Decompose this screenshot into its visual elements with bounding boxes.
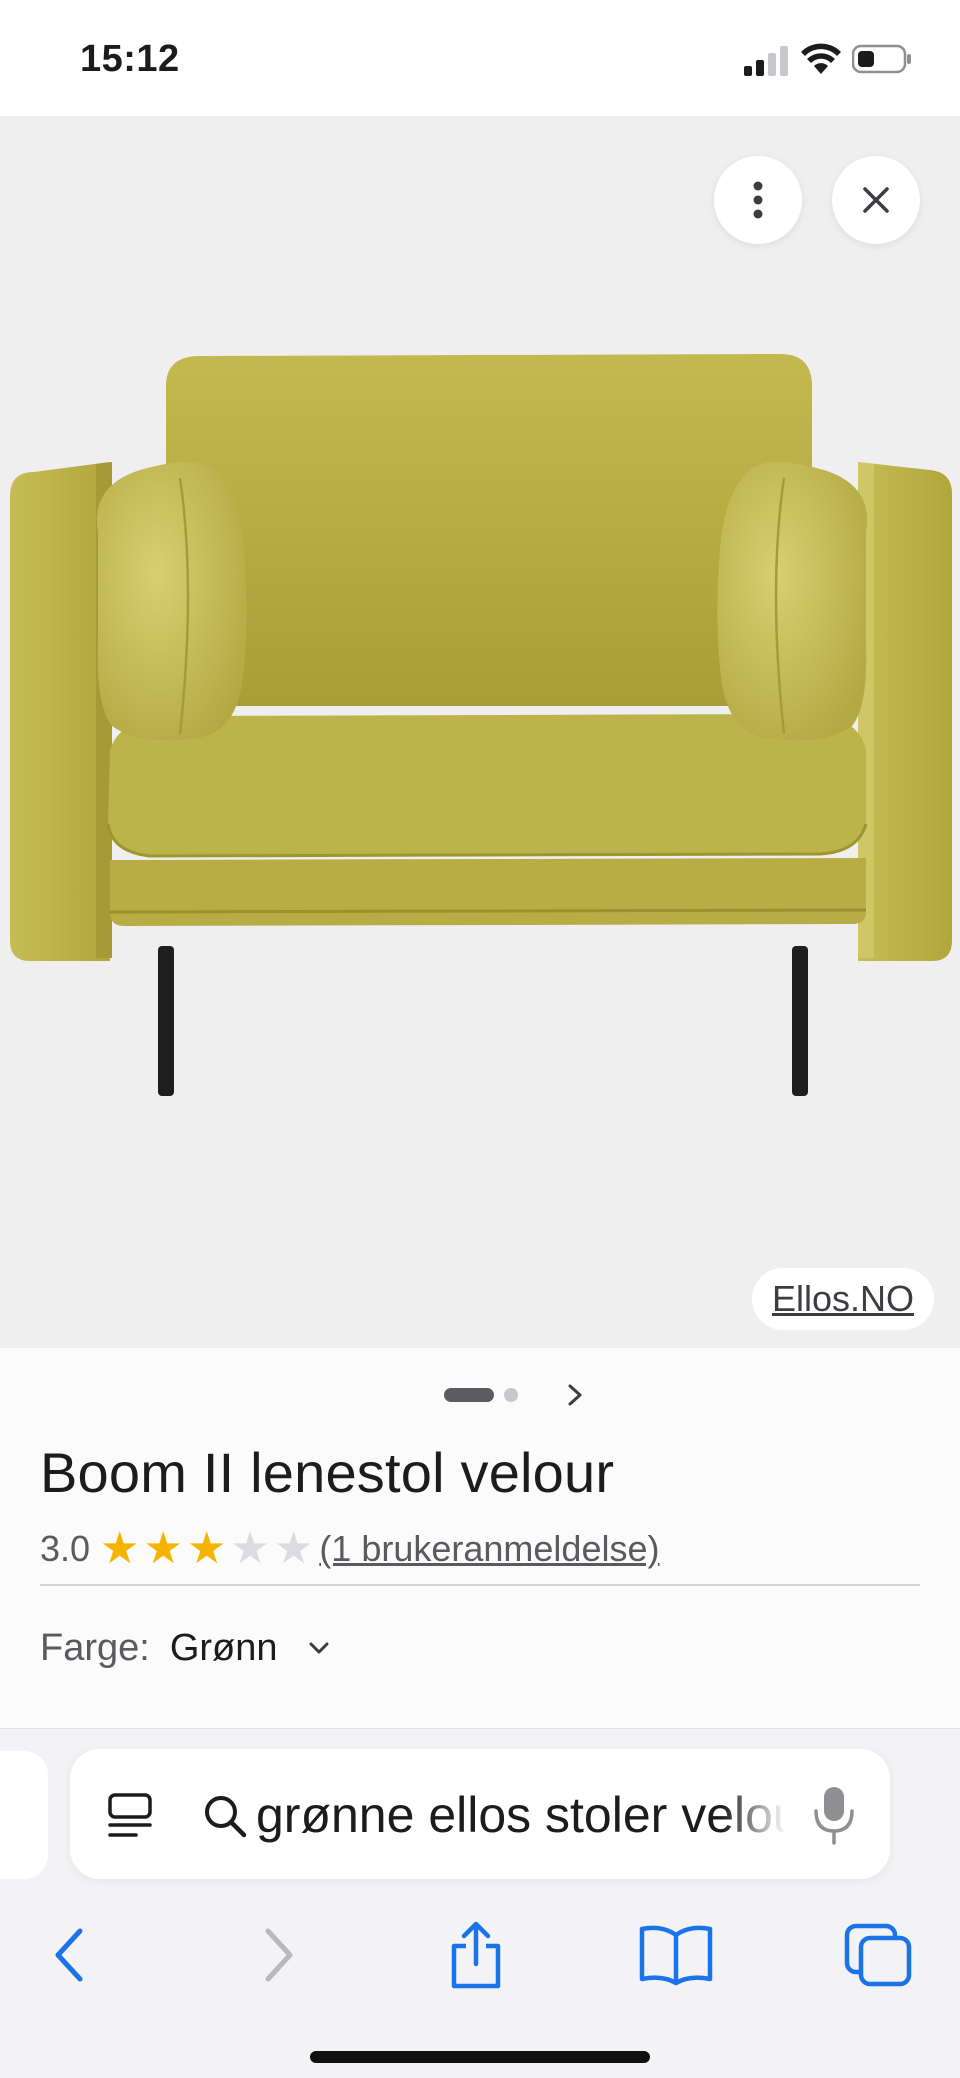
previous-tab-preview[interactable] <box>0 1751 48 1879</box>
star-filled-icon: ★ <box>100 1524 140 1573</box>
reviews-link[interactable]: (1 brukeranmeldelse) <box>319 1528 659 1570</box>
star-filled-icon: ★ <box>143 1524 183 1573</box>
page-menu-icon[interactable] <box>106 1791 154 1839</box>
status-time: 15:12 <box>80 38 180 80</box>
color-value[interactable]: Grønn <box>170 1627 278 1670</box>
star-empty-icon: ★ <box>230 1524 270 1573</box>
cellular-signal-icon <box>744 46 788 76</box>
more-vertical-icon <box>753 181 763 219</box>
tabs-button[interactable] <box>838 1915 918 1995</box>
pager-dot-active[interactable] <box>444 1388 494 1402</box>
address-bar[interactable]: grønne ellos stoler velour <box>70 1749 890 1879</box>
microphone-icon[interactable] <box>812 1785 856 1845</box>
tabs-icon <box>844 1923 912 1987</box>
rating-row: 3.0 ★ ★ ★ ★ ★ (1 brukeranmeldelse) <box>40 1524 659 1574</box>
address-text[interactable]: grønne ellos stoler velour <box>256 1783 786 1847</box>
share-button[interactable] <box>436 1915 516 1995</box>
back-button[interactable] <box>30 1915 110 1995</box>
home-indicator <box>310 2051 650 2063</box>
search-icon <box>205 1796 247 1838</box>
star-filled-icon: ★ <box>186 1524 227 1573</box>
product-title: Boom II lenestol velour <box>40 1441 615 1504</box>
browser-toolbar <box>0 1899 960 2009</box>
rating-value: 3.0 <box>40 1528 91 1569</box>
battery-icon <box>852 44 911 74</box>
close-icon <box>863 187 889 213</box>
bookmarks-icon <box>639 1925 713 1986</box>
divider <box>40 1584 920 1586</box>
star-empty-icon: ★ <box>273 1524 314 1573</box>
forward-button[interactable] <box>238 1915 318 1995</box>
star-rating: ★ ★ ★ ★ ★ <box>100 1527 313 1571</box>
wifi-icon <box>801 43 841 74</box>
product-image-viewer[interactable]: Ellos.NO <box>0 116 960 1348</box>
more-options-button[interactable] <box>714 156 802 244</box>
status-bar: 15:12 <box>0 0 960 116</box>
product-image <box>10 354 952 1096</box>
forward-icon <box>265 1928 293 1982</box>
close-button[interactable] <box>832 156 920 244</box>
color-selector[interactable]: Farge: Grønn <box>40 1618 334 1678</box>
chevron-right-icon[interactable] <box>560 1380 590 1410</box>
pager-dot[interactable] <box>504 1388 518 1402</box>
bookmarks-button[interactable] <box>636 1915 716 1995</box>
browser-bottom-bar: grønne ellos stoler velour <box>0 1728 960 2078</box>
color-label: Farge: <box>40 1626 150 1669</box>
image-pager[interactable] <box>440 1380 600 1410</box>
share-icon <box>451 1921 501 1989</box>
back-icon <box>55 1928 83 1982</box>
chevron-down-icon[interactable] <box>304 1633 334 1663</box>
source-link[interactable]: Ellos.NO <box>751 1268 934 1330</box>
product-info-sheet: Boom II lenestol velour 3.0 ★ ★ ★ ★ ★ (1… <box>0 1348 960 1728</box>
